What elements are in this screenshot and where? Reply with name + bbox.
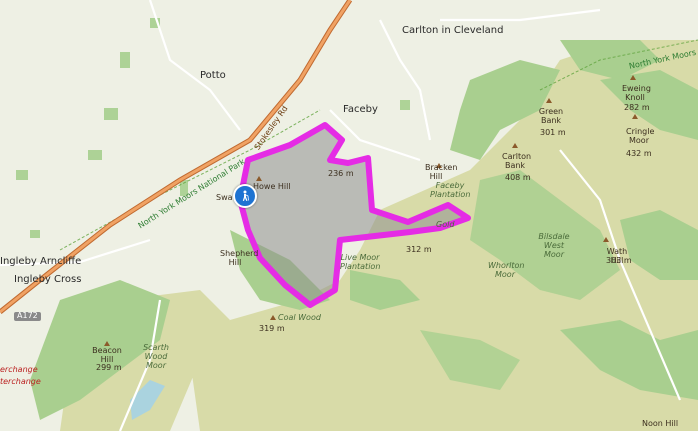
label-carlton-bank-elev: 408 m bbox=[505, 173, 531, 182]
label-noon-hill: Noon Hill bbox=[642, 419, 679, 428]
label-howe-hill: Howe Hill bbox=[253, 182, 291, 191]
label-elev-236: 236 m bbox=[328, 169, 354, 178]
label-faceby-plantation: Faceby Plantation bbox=[430, 181, 471, 199]
label-ingleby-cross: Ingleby Cross bbox=[14, 274, 82, 285]
hiker-icon[interactable] bbox=[233, 184, 257, 208]
label-live-moor: Live Moor Plantation bbox=[340, 253, 381, 271]
label-gold: Gold bbox=[436, 220, 455, 229]
label-faceby: Faceby bbox=[343, 104, 378, 115]
label-swainby: Swa bbox=[216, 193, 233, 202]
label-green-bank: Green Bank bbox=[538, 107, 564, 125]
label-cringle-moor: Cringle Moor bbox=[626, 127, 655, 145]
label-carlton-bank: Carlton Bank bbox=[502, 152, 532, 170]
label-scarth-wood-moor: Scarth Wood Moor bbox=[143, 343, 169, 370]
label-eweing-knoll-elev: 282 m bbox=[624, 103, 650, 112]
label-wath-hill-elev: 303 m bbox=[606, 256, 632, 265]
label-cringle-moor-elev: 432 m bbox=[626, 149, 652, 158]
label-a172: A172 bbox=[14, 311, 41, 321]
label-eweing-knoll: Eweing Knoll bbox=[622, 84, 651, 102]
label-beacon-hill-elev: 299 m bbox=[96, 363, 122, 372]
label-elev-319: 319 m bbox=[259, 324, 285, 333]
label-potto: Potto bbox=[200, 70, 226, 81]
label-bracken-hill: Bracken Hill bbox=[425, 163, 458, 181]
label-carlton: Carlton in Cleveland bbox=[402, 25, 504, 36]
map-canvas[interactable]: Potto Carlton in Cleveland Faceby Howe H… bbox=[0, 0, 698, 431]
label-interchange-1: erchange bbox=[0, 365, 38, 374]
label-coal-wood: Coal Wood bbox=[278, 313, 321, 322]
label-elev-312: 312 m bbox=[406, 245, 432, 254]
label-shepherd-hill: Shepherd Hill bbox=[220, 249, 259, 267]
label-bilsdale-west-moor: Bilsdale West Moor bbox=[538, 232, 570, 259]
label-interchange-2: terchange bbox=[0, 377, 41, 386]
hiker-glyph bbox=[242, 190, 249, 201]
label-whorlton-moor: Whorlton Moor bbox=[488, 261, 525, 279]
label-ingleby-arncliffe: Ingleby Arncliffe bbox=[0, 256, 82, 267]
label-beacon-hill: Beacon Hill bbox=[92, 346, 122, 364]
label-green-bank-elev: 301 m bbox=[540, 128, 566, 137]
